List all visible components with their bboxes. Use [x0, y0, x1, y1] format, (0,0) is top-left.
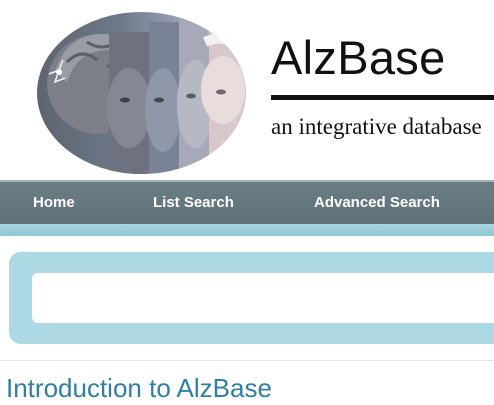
section-heading: Introduction to AlzBase [6, 373, 272, 403]
nav-home[interactable]: Home [33, 182, 75, 224]
site-logo [37, 12, 246, 174]
site-title: AlzBase [271, 31, 446, 84]
site-tagline: an integrative database [271, 114, 482, 139]
title-underline [271, 95, 494, 100]
content-divider [0, 360, 494, 361]
nav-accent-strip [0, 224, 494, 236]
nav-list-search[interactable]: List Search [153, 182, 234, 224]
search-input[interactable] [32, 273, 494, 323]
nav-advanced-search[interactable]: Advanced Search [314, 182, 440, 224]
main-navbar: Home List Search Advanced Search [0, 180, 494, 224]
